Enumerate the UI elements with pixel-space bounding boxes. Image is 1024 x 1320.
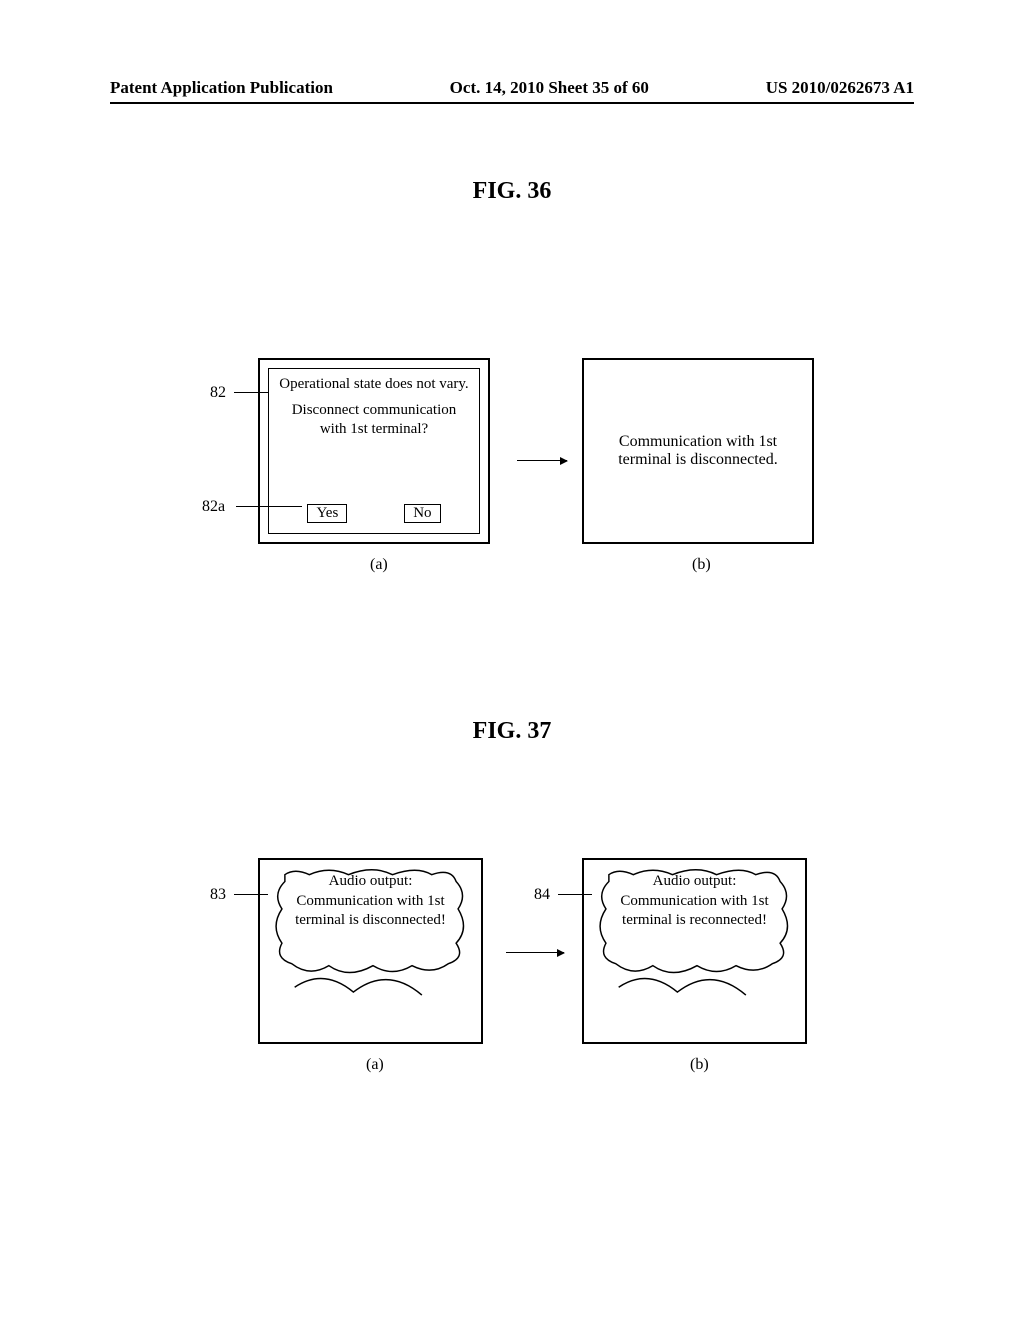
page-header: Patent Application Publication Oct. 14, …	[0, 78, 1024, 98]
header-rule	[110, 102, 914, 104]
ref-82a-leader	[236, 506, 302, 507]
ref-82a-label: 82a	[202, 498, 225, 516]
dialog-buttons: Yes No	[279, 504, 469, 523]
fig36-screen-a: Operational state does not vary. Disconn…	[258, 358, 490, 544]
dialog-text-1: Operational state does not vary.	[279, 375, 469, 395]
fig36-screen-b: Communication with 1st terminal is disco…	[582, 358, 814, 544]
ref-83-label: 83	[210, 886, 226, 904]
yes-button[interactable]: Yes	[307, 504, 347, 523]
ref-84-leader	[558, 894, 592, 895]
fig36-arrow	[517, 460, 567, 461]
fig37-screen-a: Audio output: Communication with 1st ter…	[258, 858, 483, 1044]
fig36-caption-b: (b)	[692, 556, 711, 574]
fig36-caption-a: (a)	[370, 556, 388, 574]
header-right: US 2010/0262673 A1	[766, 78, 914, 98]
figure-36-label: FIG. 36	[473, 178, 552, 205]
bubble-text-b: Audio output: Communication with 1st ter…	[606, 872, 783, 931]
ref-82-label: 82	[210, 384, 226, 402]
screen-b-text: Communication with 1st terminal is disco…	[596, 433, 800, 469]
figure-37-label: FIG. 37	[473, 718, 552, 745]
header-left: Patent Application Publication	[110, 78, 333, 98]
fig37-screen-b: Audio output: Communication with 1st ter…	[582, 858, 807, 1044]
ref-83-leader	[234, 894, 268, 895]
fig37-arrow	[506, 952, 564, 953]
fig36-dialog-box: Operational state does not vary. Disconn…	[268, 368, 480, 534]
bubble-text-a: Audio output: Communication with 1st ter…	[282, 872, 459, 931]
ref-82-leader	[234, 392, 268, 393]
dialog-text-2: Disconnect communication with 1st termin…	[279, 401, 469, 440]
header-center: Oct. 14, 2010 Sheet 35 of 60	[450, 78, 649, 98]
fig37-caption-b: (b)	[690, 1056, 709, 1074]
fig37-caption-a: (a)	[366, 1056, 384, 1074]
ref-84-label: 84	[534, 886, 550, 904]
no-button[interactable]: No	[404, 504, 440, 523]
